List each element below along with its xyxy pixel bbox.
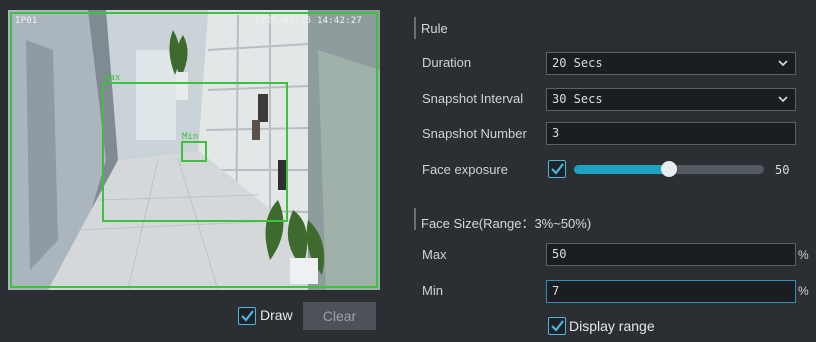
max-percent-unit: % (798, 248, 809, 262)
checkmark-icon (241, 310, 254, 322)
chevron-down-icon (778, 96, 788, 103)
face-size-max-input[interactable]: 50 (546, 243, 796, 266)
osd-timestamp: 2020/03/25 14:42:27 (255, 16, 362, 26)
chevron-down-icon (778, 60, 788, 67)
slider-thumb[interactable] (661, 161, 677, 177)
display-range-label: Display range (569, 318, 655, 334)
rule-section-title: Rule (421, 21, 448, 36)
snapshot-interval-label: Snapshot Interval (422, 91, 524, 106)
face-size-min-value: 7 (552, 284, 560, 298)
camera-preview[interactable]: IP01 2020/03/25 14:42:27 Max Min (8, 10, 380, 290)
duration-select[interactable]: 20 Secs (546, 52, 796, 75)
snapshot-number-label: Snapshot Number (422, 126, 527, 141)
face-size-section-title: Face Size(Range：3%~50%) (421, 216, 592, 231)
face-exposure-checkbox[interactable] (548, 160, 566, 178)
face-size-max-value: 50 (552, 247, 567, 261)
rule-section-marker (414, 17, 416, 39)
min-percent-unit: % (798, 284, 809, 298)
duration-value: 20 Secs (552, 56, 603, 70)
face-size-max-label: Max (422, 247, 447, 262)
slider-fill (574, 165, 669, 174)
face-exposure-slider[interactable] (574, 161, 764, 177)
face-size-min-label: Min (422, 283, 443, 298)
draw-label: Draw (260, 307, 293, 323)
face-size-section-marker (414, 208, 416, 230)
face-exposure-value: 50 (775, 163, 790, 177)
snapshot-interval-select[interactable]: 30 Secs (546, 88, 796, 111)
face-size-min-input[interactable]: 7 (546, 280, 796, 303)
channel-label: IP01 (15, 16, 38, 26)
checkmark-icon (551, 320, 564, 332)
snapshot-number-input[interactable]: 3 (546, 122, 796, 145)
display-range-checkbox[interactable] (548, 317, 566, 335)
face-exposure-label: Face exposure (422, 162, 508, 177)
snapshot-number-value: 3 (552, 126, 560, 140)
min-face-size-box[interactable] (181, 141, 207, 162)
snapshot-interval-value: 30 Secs (552, 92, 603, 106)
clear-button[interactable]: Clear (303, 302, 376, 330)
duration-label: Duration (422, 55, 472, 70)
checkmark-icon (551, 163, 564, 175)
draw-checkbox[interactable] (238, 307, 256, 325)
